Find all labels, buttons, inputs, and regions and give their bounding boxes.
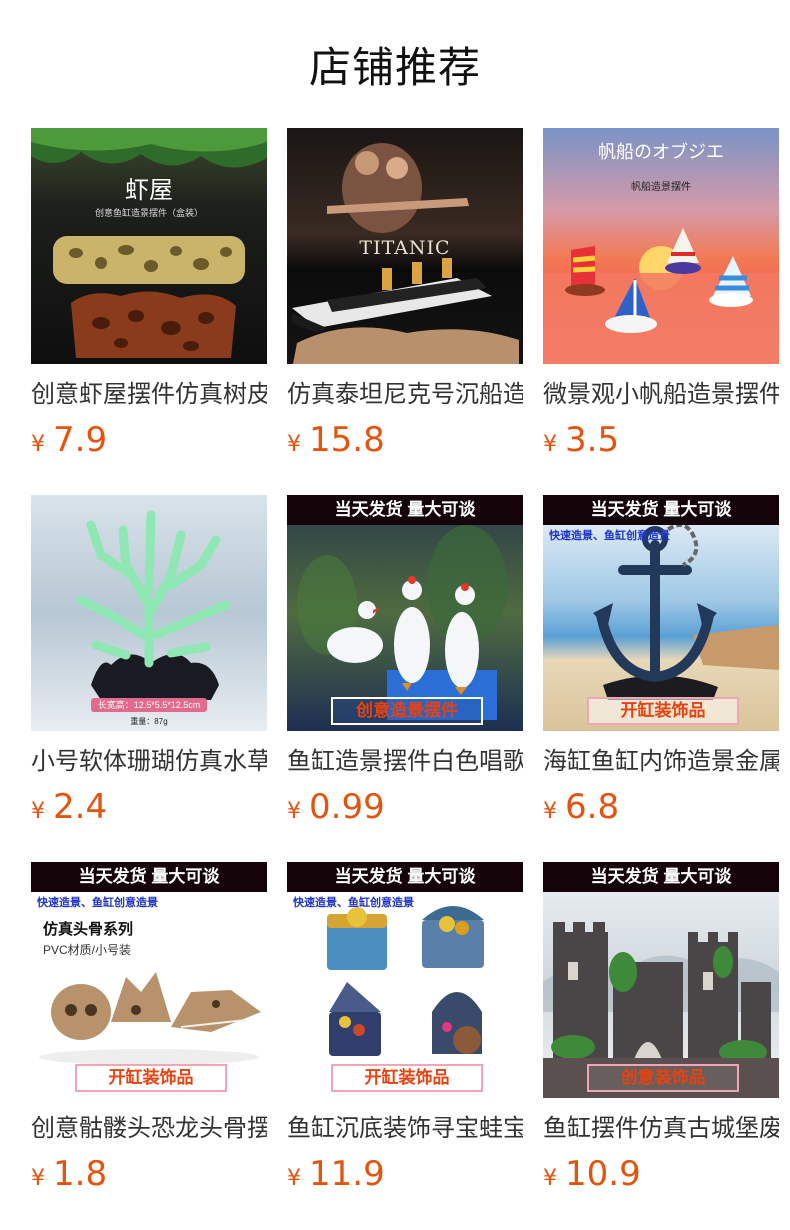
- product-card[interactable]: TITANIC 仿真泰坦尼克号沉船造景 ¥15.8: [287, 128, 523, 460]
- promo-badge: 创意装饰品: [587, 1064, 739, 1092]
- overlay-subtitle: 帆船造景摆件: [631, 180, 691, 193]
- glow-coral-image[interactable]: 长宽高：12.5*5.5*12.5cm 重量：87g: [31, 495, 267, 731]
- currency-symbol: ¥: [31, 432, 45, 457]
- product-price: 2.4: [53, 787, 108, 827]
- product-card[interactable]: 当天发货 量大可谈 创意造景摆件 鱼缸造景摆件白色唱歌鸭 ¥0.99: [287, 495, 523, 827]
- price-row: ¥0.99: [287, 787, 523, 827]
- product-price: 0.99: [309, 787, 385, 827]
- promo-badge: 开缸装饰品: [331, 1064, 483, 1092]
- castle-ruins-image[interactable]: 当天发货 量大可谈 创意装饰品: [543, 862, 779, 1098]
- product-price: 10.9: [565, 1154, 641, 1194]
- shipping-badge: 当天发货 量大可谈: [543, 862, 779, 892]
- product-name[interactable]: 创意骷髅头恐龙头骨摆件: [31, 1112, 267, 1144]
- price-row: ¥2.4: [31, 787, 267, 827]
- shipping-badge: 当天发货 量大可谈: [287, 862, 523, 892]
- product-name[interactable]: 海缸鱼缸内饰造景金属锚: [543, 745, 779, 777]
- promo-badge: 开缸装饰品: [75, 1064, 227, 1092]
- currency-symbol: ¥: [31, 799, 45, 824]
- product-price: 1.8: [53, 1154, 108, 1194]
- overlay-title: 虾屋: [125, 176, 173, 204]
- currency-symbol: ¥: [543, 799, 557, 824]
- shrimp-house-rock-image[interactable]: 虾屋 创意鱼缸造景摆件（盒装）: [31, 128, 267, 364]
- price-row: ¥10.9: [543, 1154, 779, 1194]
- overlay-subtitle: 创意鱼缸造景摆件（盒装）: [95, 207, 203, 219]
- currency-symbol: ¥: [31, 1166, 45, 1191]
- overlay-title: TITANIC: [359, 237, 450, 259]
- badge-subtext: 快速造景、鱼缸创意造景: [293, 897, 414, 909]
- product-price: 3.5: [565, 420, 620, 460]
- price-row: ¥7.9: [31, 420, 267, 460]
- overlay-size-label: 长宽高：12.5*5.5*12.5cm: [98, 699, 201, 710]
- product-name[interactable]: 微景观小帆船造景摆件: [543, 378, 779, 410]
- currency-symbol: ¥: [287, 432, 301, 457]
- product-name[interactable]: 鱼缸摆件仿真古城堡废墟: [543, 1112, 779, 1144]
- product-price: 6.8: [565, 787, 620, 827]
- badge-subtext: 快速造景、鱼缸创意造景: [37, 897, 158, 909]
- product-card[interactable]: 长宽高：12.5*5.5*12.5cm 重量：87g 小号软体珊瑚仿真水草 ¥2…: [31, 495, 267, 827]
- white-ducks-image[interactable]: 当天发货 量大可谈 创意造景摆件: [287, 495, 523, 731]
- overlay-title: 帆船のオブジエ: [598, 141, 724, 163]
- anchor-image[interactable]: 当天发货 量大可谈 快速造景、鱼缸创意造景 开缸装饰品: [543, 495, 779, 731]
- sailboat-figurines-image[interactable]: 帆船のオブジエ 帆船造景摆件: [543, 128, 779, 364]
- overlay-weight-label: 重量：87g: [130, 716, 167, 726]
- product-name[interactable]: 小号软体珊瑚仿真水草: [31, 745, 267, 777]
- shipping-badge: 当天发货 量大可谈: [31, 862, 267, 892]
- promo-badge: 创意造景摆件: [331, 697, 483, 725]
- price-row: ¥1.8: [31, 1154, 267, 1194]
- page-title: 店铺推荐: [308, 43, 481, 92]
- product-name[interactable]: 创意虾屋摆件仿真树皮: [31, 378, 267, 410]
- currency-symbol: ¥: [543, 1166, 557, 1191]
- badge-subtext: 快速造景、鱼缸创意造景: [549, 530, 670, 542]
- product-price: 15.8: [309, 420, 385, 460]
- price-row: ¥3.5: [543, 420, 779, 460]
- product-card[interactable]: 虾屋 创意鱼缸造景摆件（盒装） 创意虾屋摆件仿真树皮 ¥7.9: [31, 128, 267, 460]
- currency-symbol: ¥: [287, 1166, 301, 1191]
- product-name[interactable]: 仿真泰坦尼克号沉船造景: [287, 378, 523, 410]
- price-row: ¥6.8: [543, 787, 779, 827]
- currency-symbol: ¥: [287, 799, 301, 824]
- overlay-series: 仿真头骨系列: [43, 920, 133, 938]
- currency-symbol: ¥: [543, 432, 557, 457]
- overlay-material: PVC材质/小号装: [43, 943, 131, 957]
- product-name[interactable]: 鱼缸沉底装饰寻宝蛙宝箱: [287, 1112, 523, 1144]
- product-name[interactable]: 鱼缸造景摆件白色唱歌鸭: [287, 745, 523, 777]
- product-price: 11.9: [309, 1154, 385, 1194]
- price-row: ¥11.9: [287, 1154, 523, 1194]
- skulls-image[interactable]: 仿真头骨系列 PVC材质/小号装 当天发货 量大可谈 快速造景、鱼缸创意造景 开…: [31, 862, 267, 1098]
- product-card[interactable]: 当天发货 量大可谈 快速造景、鱼缸创意造景 开缸装饰品 海缸鱼缸内饰造景金属锚 …: [543, 495, 779, 827]
- treasure-chests-image[interactable]: 当天发货 量大可谈 快速造景、鱼缸创意造景 开缸装饰品: [287, 862, 523, 1098]
- product-card[interactable]: 仿真头骨系列 PVC材质/小号装 当天发货 量大可谈 快速造景、鱼缸创意造景 开…: [31, 862, 267, 1194]
- product-card[interactable]: 当天发货 量大可谈 快速造景、鱼缸创意造景 开缸装饰品 鱼缸沉底装饰寻宝蛙宝箱 …: [287, 862, 523, 1194]
- titanic-shipwreck-image[interactable]: TITANIC: [287, 128, 523, 364]
- product-card[interactable]: 当天发货 量大可谈 创意装饰品 鱼缸摆件仿真古城堡废墟 ¥10.9: [543, 862, 779, 1194]
- product-card[interactable]: 帆船のオブジエ 帆船造景摆件 微景观小帆船造景摆件 ¥ 3.5: [543, 128, 779, 460]
- shipping-badge: 当天发货 量大可谈: [287, 495, 523, 525]
- product-price: 7.9: [53, 420, 108, 460]
- price-row: ¥15.8: [287, 420, 523, 460]
- shipping-badge: 当天发货 量大可谈: [543, 495, 779, 525]
- promo-badge: 开缸装饰品: [587, 697, 739, 725]
